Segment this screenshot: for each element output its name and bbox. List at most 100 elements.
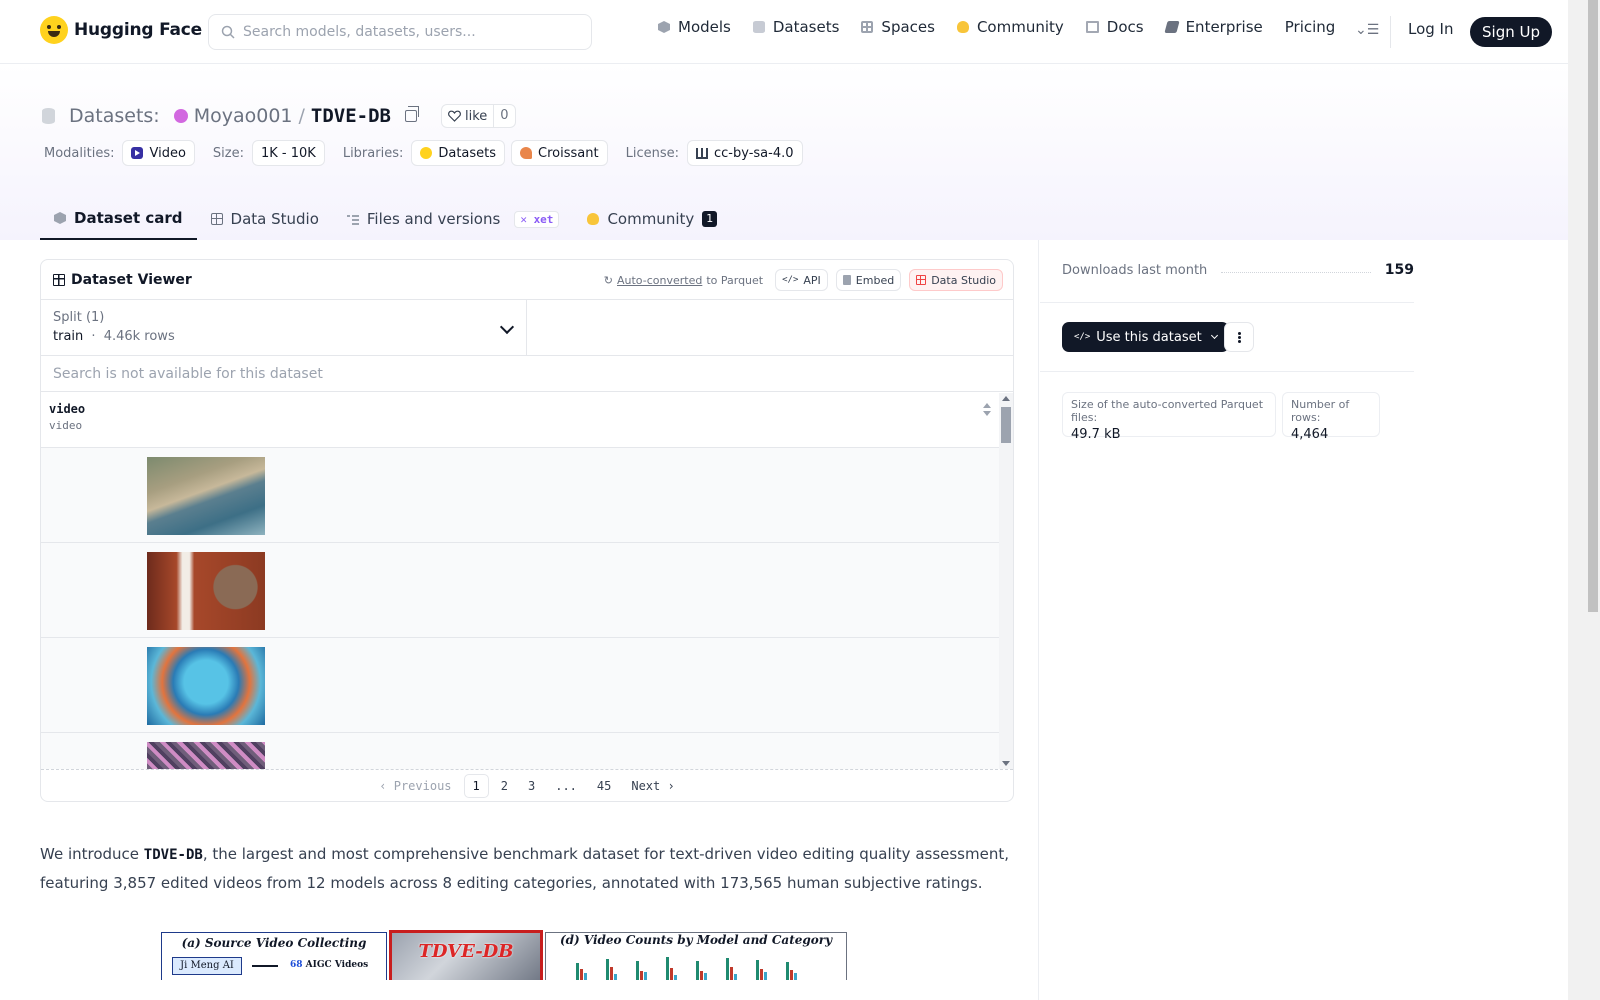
auto-converted-note[interactable]: ↻ Auto-converted to Parquet: [604, 274, 763, 287]
next-page-button[interactable]: Next ›: [623, 775, 682, 797]
docs-icon: [1085, 21, 1099, 33]
sort-icon[interactable]: [983, 403, 991, 417]
dataset-viewer: Dataset Viewer ↻ Auto-converted to Parquet…: [40, 259, 1014, 802]
scrollbar-thumb[interactable]: [1001, 407, 1011, 443]
xet-icon: ✕: [520, 212, 527, 226]
breadcrumb-separator: /: [298, 105, 305, 127]
page-1-button[interactable]: 1: [463, 774, 489, 798]
tab-data-studio[interactable]: Data Studio: [197, 198, 333, 240]
data-studio-icon: [916, 275, 927, 285]
split-name: train: [53, 329, 84, 344]
scroll-up-icon[interactable]: [1002, 396, 1010, 401]
hugging-face-logo-icon: [40, 16, 68, 44]
datasets-icon: [752, 21, 765, 33]
code-icon: </>: [1074, 332, 1091, 342]
nav-link-docs[interactable]: Docs: [1085, 18, 1144, 36]
search-input[interactable]: [243, 24, 563, 40]
video-thumbnail[interactable]: [147, 552, 265, 630]
column-header-video[interactable]: video video: [41, 393, 999, 448]
login-link[interactable]: Log In: [1408, 20, 1454, 38]
downloads-sparkline: [1221, 271, 1371, 273]
repo-tabs: Dataset card Data Studio Files and versi…: [40, 198, 731, 240]
repo-header: Datasets: Moyao001 / TDVE-DB like 0 Moda…: [0, 64, 1568, 240]
dataset-card-icon: [54, 212, 66, 224]
page-scrollbar[interactable]: [1568, 0, 1600, 1000]
nav-link-datasets[interactable]: Datasets: [752, 18, 839, 36]
embed-icon: [842, 275, 851, 285]
page-45-button[interactable]: 45: [589, 775, 619, 797]
video-icon: [131, 147, 144, 159]
refresh-icon: ↻: [603, 273, 613, 287]
copy-icon[interactable]: [405, 106, 419, 122]
tag-license[interactable]: cc-by-sa-4.0: [687, 140, 803, 166]
split-selector[interactable]: Split (1) train · 4.46k rows: [41, 300, 527, 355]
xet-badge: ✕ xet: [514, 210, 560, 228]
size-label: Size:: [212, 145, 244, 161]
repo-name[interactable]: TDVE-DB: [311, 105, 391, 127]
models-icon: [658, 21, 670, 33]
heart-icon: [448, 110, 461, 122]
split-row: Split (1) train · 4.46k rows: [41, 300, 1013, 356]
tab-community[interactable]: Community 1: [573, 198, 731, 240]
brand-logo[interactable]: Hugging Face: [40, 16, 202, 44]
tab-dataset-card[interactable]: Dataset card: [40, 198, 197, 240]
video-thumbnail[interactable]: [147, 457, 265, 535]
page-scrollbar-thumb[interactable]: [1588, 0, 1598, 612]
nav-divider: [1390, 16, 1391, 48]
table-row: [41, 638, 999, 733]
use-this-dataset-button[interactable]: </> Use this dataset: [1062, 322, 1229, 352]
like-button[interactable]: like 0: [441, 104, 516, 128]
api-button[interactable]: </> API: [775, 269, 828, 291]
tag-library-croissant[interactable]: Croissant: [511, 140, 608, 166]
video-thumbnail[interactable]: [147, 742, 265, 769]
license-label: License:: [625, 145, 679, 161]
nav-link-models[interactable]: Models: [658, 18, 731, 36]
viewer-table: video video: [41, 393, 999, 769]
split-label: Split (1): [53, 310, 105, 325]
page-2-button[interactable]: 2: [493, 775, 516, 797]
tag-size[interactable]: 1K - 10K: [252, 140, 325, 166]
video-thumbnail[interactable]: [147, 647, 265, 725]
license-icon: [696, 147, 708, 159]
files-icon: [346, 213, 359, 225]
tag-library-datasets[interactable]: Datasets: [411, 140, 506, 166]
downloads-label: Downloads last month: [1062, 262, 1208, 278]
enterprise-icon: [1163, 21, 1180, 33]
nav-link-pricing[interactable]: Pricing: [1285, 18, 1336, 36]
libraries-label: Libraries:: [342, 145, 404, 161]
overview-figure: (a) Source Video Collecting Ji Meng AI 6…: [161, 930, 847, 980]
tab-files-and-versions[interactable]: Files and versions ✕ xet: [333, 198, 574, 240]
figure-panel-c: (d) Video Counts by Model and Category: [545, 932, 847, 980]
more-menu-icon[interactable]: ⌄☰: [1355, 22, 1379, 38]
search-icon: [221, 25, 235, 39]
tag-video[interactable]: Video: [122, 140, 195, 166]
owner-avatar[interactable]: [173, 109, 188, 123]
table-row: [41, 543, 999, 638]
dataset-description: We introduce TDVE-DB, the largest and mo…: [40, 845, 1009, 892]
repo-owner[interactable]: Moyao001: [194, 105, 293, 127]
nav-link-community[interactable]: Community: [956, 18, 1064, 36]
search-box[interactable]: [208, 14, 592, 50]
split-rows: 4.46k rows: [103, 329, 175, 344]
figure-panel-b: TDVE-DB: [389, 930, 543, 980]
table-scrollbar[interactable]: [999, 393, 1013, 769]
embed-button[interactable]: Embed: [835, 269, 902, 291]
grid-icon: [53, 273, 65, 286]
previous-page-button[interactable]: ‹ Previous: [371, 775, 459, 797]
kebab-menu-icon: [1237, 335, 1241, 339]
breadcrumb-datasets[interactable]: Datasets:: [69, 105, 160, 127]
community-icon: [956, 21, 969, 33]
scroll-down-icon[interactable]: [1002, 761, 1010, 766]
downloads-stat: Downloads last month 159: [1062, 262, 1414, 278]
code-icon: </>: [782, 275, 799, 285]
nav-link-enterprise[interactable]: Enterprise: [1163, 18, 1263, 36]
dataset-icon: [42, 108, 55, 124]
table-row: [41, 448, 999, 543]
more-options-button[interactable]: [1224, 322, 1254, 352]
top-nav: Hugging Face Models Datasets Spaces Comm…: [0, 0, 1568, 64]
page-3-button[interactable]: 3: [520, 775, 543, 797]
page-ellipsis: ...: [555, 779, 577, 793]
nav-link-spaces[interactable]: Spaces: [861, 18, 935, 36]
data-studio-button[interactable]: Data Studio: [909, 269, 1003, 291]
signup-button[interactable]: Sign Up: [1470, 17, 1552, 47]
